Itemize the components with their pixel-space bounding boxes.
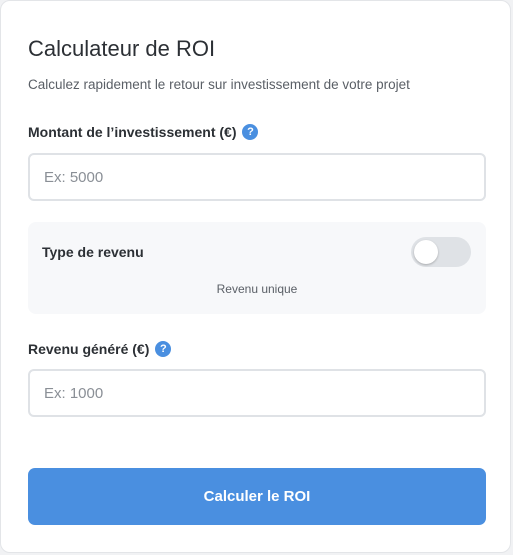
revenue-type-panel: Type de revenu Revenu unique [28, 222, 486, 314]
page-subtitle: Calculez rapidement le retour sur invest… [28, 77, 410, 92]
investment-label-row: Montant de l’investissement (€) ? [28, 123, 259, 141]
revenue-type-state: Revenu unique [216, 282, 298, 296]
toggle-knob [414, 240, 438, 264]
revenue-amount-input[interactable] [28, 369, 486, 417]
investment-amount-input[interactable] [28, 153, 486, 201]
calculate-roi-button[interactable]: Calculer le ROI [28, 468, 486, 525]
page-title: Calculateur de ROI [28, 36, 216, 61]
help-icon[interactable]: ? [242, 124, 259, 140]
revenue-type-label: Type de revenu [42, 244, 144, 260]
help-icon[interactable]: ? [155, 341, 172, 357]
investment-label: Montant de l’investissement (€) [28, 124, 237, 140]
revenue-type-toggle[interactable] [411, 237, 471, 267]
revenue-label: Revenu généré (€) [28, 341, 150, 357]
roi-calculator-card: Calculateur de ROI Calculez rapidement l… [0, 0, 511, 553]
revenue-label-row: Revenu généré (€) ? [28, 340, 172, 358]
